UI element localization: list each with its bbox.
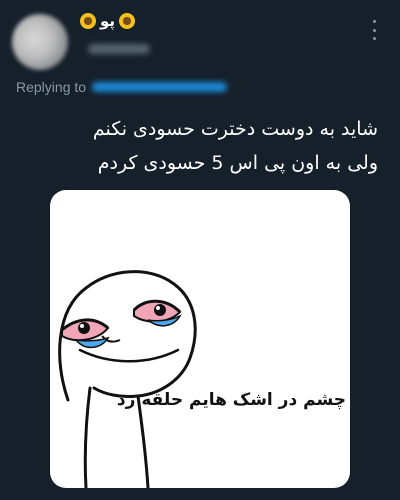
tweet-text-line: ولی به اون پی اس 5 حسودی کردم bbox=[97, 152, 378, 174]
meme-face-drawing bbox=[58, 270, 197, 488]
tweet-header: پو bbox=[0, 0, 400, 70]
avatar[interactable] bbox=[12, 14, 68, 70]
tweet-text-line: شاید به دوست دخترت حسودی نکنم bbox=[92, 118, 378, 140]
more-options-icon[interactable] bbox=[372, 20, 376, 40]
sunflower-icon bbox=[80, 13, 96, 29]
reply-handle-blurred[interactable] bbox=[92, 82, 228, 92]
tweet-text: شاید به دوست دخترت حسودی نکنم ولی به اون… bbox=[18, 112, 378, 180]
sunflower-icon bbox=[119, 13, 136, 29]
replying-to-label: Replying to bbox=[16, 79, 87, 95]
display-name[interactable]: پو bbox=[80, 12, 136, 30]
replying-to: Replying to bbox=[16, 79, 228, 95]
tweet-media-image[interactable]: چشم در اشک هایم حلقه زد bbox=[50, 190, 350, 488]
meme-caption: چشم در اشک هایم حلقه زد bbox=[116, 390, 346, 410]
username-handle-blurred[interactable] bbox=[88, 44, 150, 54]
display-name-text: پو bbox=[100, 12, 116, 30]
